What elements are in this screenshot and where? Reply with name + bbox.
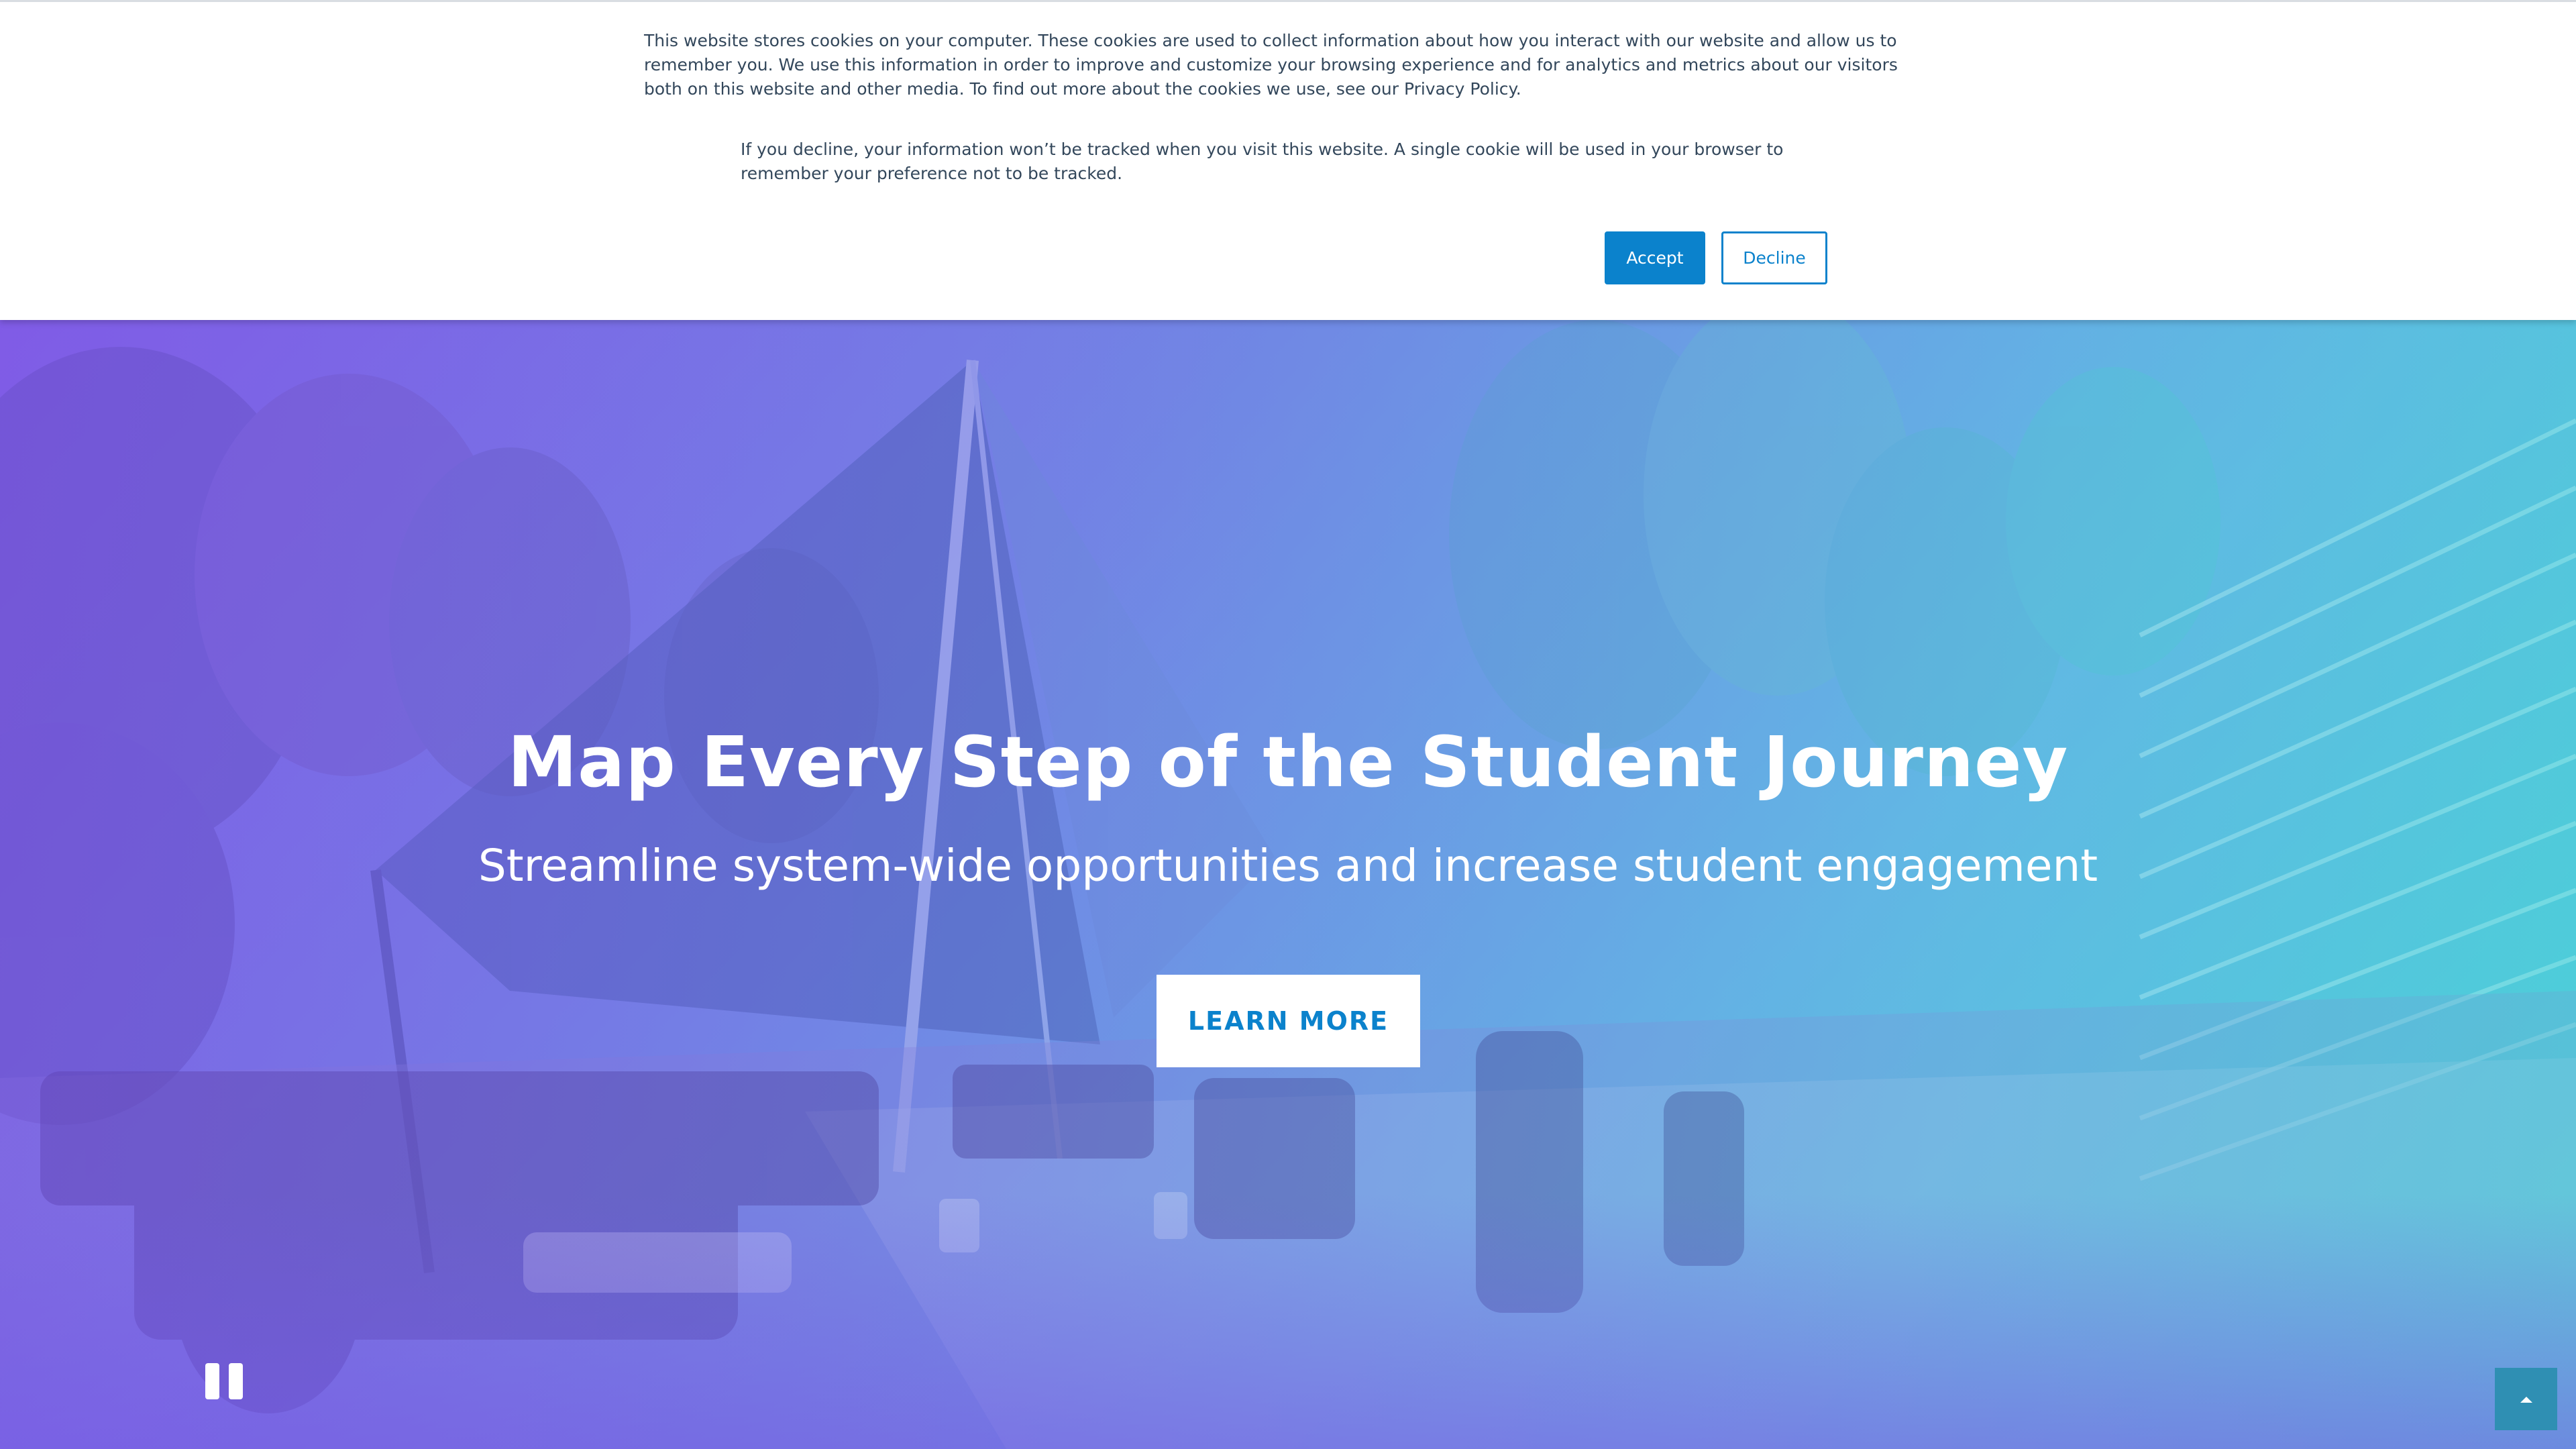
scroll-to-top-button[interactable] (2495, 1368, 2557, 1430)
hero-bottom-fade (0, 1194, 2576, 1449)
accept-cookies-button[interactable]: Accept (1605, 231, 1705, 284)
cookie-banner: This website stores cookies on your comp… (0, 0, 2576, 320)
cookie-decline-text: If you decline, your information won’t b… (741, 140, 1784, 183)
hero-section: Map Every Step of the Student Journey St… (0, 320, 2576, 1449)
hero-title: Map Every Step of the Student Journey (507, 721, 2069, 803)
cookie-notice-text: This website stores cookies on your comp… (644, 31, 1898, 99)
hero-subtitle: Streamline system-wide opportunities and… (478, 840, 2098, 892)
decline-cookies-button[interactable]: Decline (1721, 231, 1827, 284)
pause-video-button[interactable] (205, 1363, 243, 1399)
learn-more-button[interactable]: LEARN MORE (1157, 975, 1420, 1067)
chevron-up-icon (2520, 1396, 2532, 1403)
